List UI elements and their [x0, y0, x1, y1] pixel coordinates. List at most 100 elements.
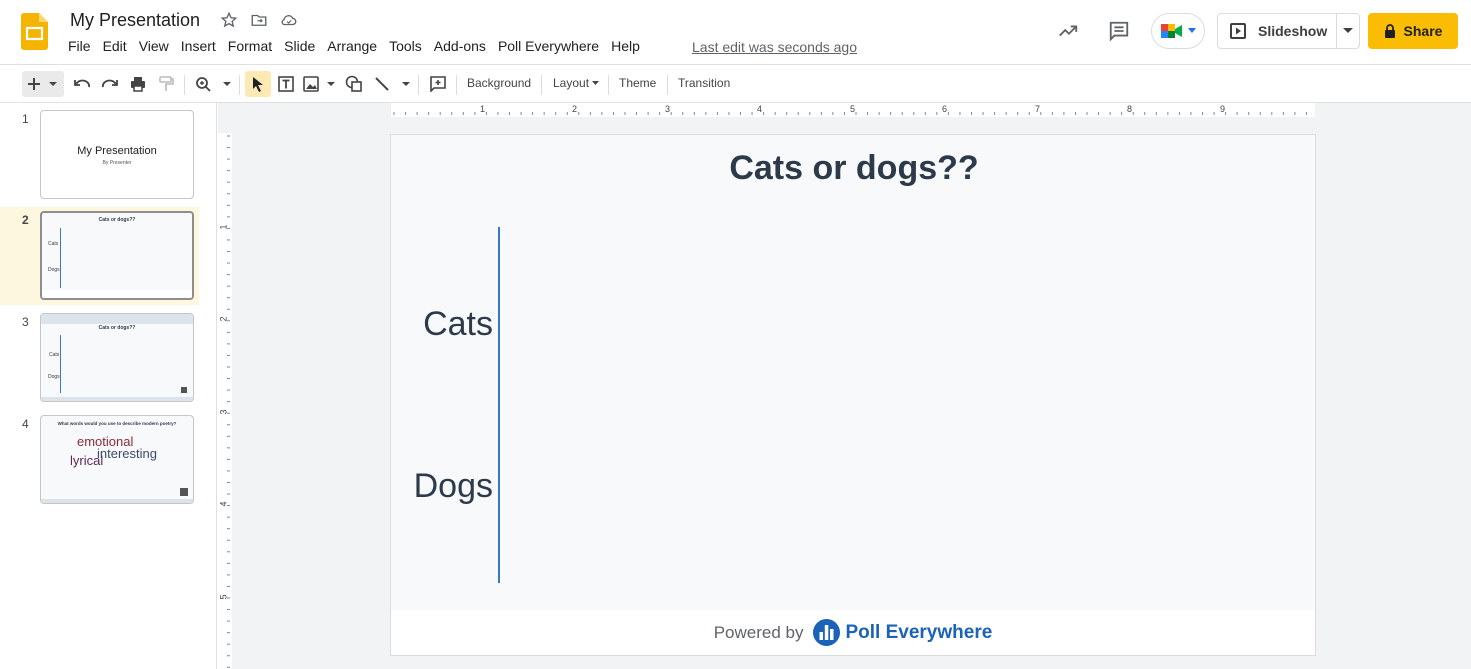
slide-footer: Powered by Poll Everywhere	[391, 610, 1315, 655]
menu-insert[interactable]: Insert	[181, 38, 216, 54]
slide-filmstrip: 1 My Presentation By Presenter 2 Cats or…	[0, 103, 217, 669]
print-button[interactable]	[127, 71, 149, 97]
menu-tools[interactable]: Tools	[389, 38, 422, 54]
move-folder-icon[interactable]	[250, 11, 268, 29]
ruler-number: 1	[218, 224, 229, 230]
undo-button[interactable]	[71, 71, 93, 97]
slide-title[interactable]: Cats or dogs??	[391, 149, 1317, 188]
text-box-button[interactable]	[275, 71, 297, 97]
slide-thumbnail-row[interactable]: 2 Cats or dogs?? Cats Dogs	[0, 207, 199, 305]
line-button[interactable]	[373, 71, 411, 97]
slideshow-button-group: Slideshow	[1217, 13, 1360, 49]
thumbnail-axis	[60, 335, 61, 393]
slide-canvas: 1 2 3 4 5 6 7 8 9 1 2 3 4 5 Cats or dogs…	[218, 103, 1471, 669]
add-comment-button[interactable]	[427, 71, 449, 97]
qr-code-icon	[181, 387, 187, 393]
zoom-icon	[196, 77, 231, 92]
toolbar-divider	[184, 75, 185, 95]
cloud-status-icon[interactable]	[280, 11, 298, 29]
menu-add-ons[interactable]: Add-ons	[434, 38, 486, 54]
last-edit-link[interactable]: Last edit was seconds ago	[692, 39, 857, 55]
slide-number: 2	[22, 213, 29, 227]
menu-poll-everywhere[interactable]: Poll Everywhere	[498, 38, 599, 54]
toolbar: Background Layout Theme Transition	[0, 64, 1471, 149]
current-slide[interactable]: Cats or dogs?? Cats Dogs Powered by Poll…	[390, 134, 1316, 656]
insert-image-button[interactable]	[302, 71, 338, 97]
thumbnail-footer	[41, 397, 193, 401]
slide-number: 1	[22, 112, 29, 126]
menu-edit[interactable]: Edit	[103, 38, 127, 54]
text-box-icon	[278, 76, 294, 92]
menu-help[interactable]: Help	[611, 38, 640, 54]
slides-logo-icon[interactable]	[21, 13, 48, 50]
menu-view[interactable]: View	[139, 38, 169, 54]
ruler-number: 8	[1127, 104, 1133, 114]
slideshow-button[interactable]: Slideshow	[1218, 14, 1338, 48]
toolbar-divider	[667, 75, 668, 95]
brand-name: Poll Everywhere	[845, 621, 993, 643]
category-label-cats: Cats	[423, 305, 493, 343]
ruler-number: 2	[218, 316, 229, 322]
menu-file[interactable]: File	[68, 38, 91, 54]
document-title[interactable]: My Presentation	[70, 10, 200, 31]
slide-thumbnail-row[interactable]: 1 My Presentation By Presenter	[0, 106, 199, 204]
star-icon[interactable]	[220, 11, 238, 29]
slide-thumbnail[interactable]: My Presentation By Presenter	[40, 110, 194, 199]
theme-button[interactable]: Theme	[619, 76, 656, 90]
menu-arrange[interactable]: Arrange	[327, 38, 377, 54]
slideshow-label: Slideshow	[1258, 23, 1328, 39]
new-slide-button[interactable]	[22, 71, 64, 97]
image-icon	[303, 76, 335, 92]
meet-button[interactable]	[1151, 13, 1205, 49]
layout-button[interactable]: Layout	[553, 76, 600, 90]
toolbar-divider	[541, 75, 542, 95]
plus-icon	[28, 78, 57, 90]
slide-thumbnail-row[interactable]: 3 Cats or dogs?? Cats Dogs	[0, 309, 199, 407]
zoom-button[interactable]	[193, 71, 233, 97]
select-tool-button[interactable]	[245, 71, 271, 97]
menu-bar: File Edit View Insert Format Slide Arran…	[68, 38, 652, 54]
slide-thumbnail-row[interactable]: 4 What words would you use to describe m…	[0, 411, 199, 509]
layout-label: Layout	[553, 76, 590, 90]
slide-thumbnail[interactable]: What words would you use to describe mod…	[40, 415, 194, 504]
shape-button[interactable]	[343, 71, 365, 97]
toolbar-divider	[239, 75, 240, 95]
thumbnail-label: Dogs	[48, 267, 60, 273]
slide-thumbnail[interactable]: Cats or dogs?? Cats Dogs	[40, 211, 194, 300]
add-comment-icon	[430, 76, 446, 92]
slide-number: 3	[22, 315, 29, 329]
word-cloud-word: interesting	[97, 446, 157, 461]
activity-dashboard-icon[interactable]	[1057, 20, 1079, 42]
vertical-ruler[interactable]: 1 2 3 4 5	[218, 117, 232, 669]
slide-thumbnail[interactable]: Cats or dogs?? Cats Dogs	[40, 313, 194, 402]
transition-button[interactable]: Transition	[678, 76, 730, 90]
ruler-number: 6	[942, 104, 948, 114]
share-label: Share	[1403, 23, 1443, 39]
menu-slide[interactable]: Slide	[284, 38, 315, 54]
meet-icon	[1161, 24, 1182, 38]
redo-button[interactable]	[99, 71, 121, 97]
chevron-down-icon	[592, 81, 600, 85]
comment-history-icon[interactable]	[1108, 20, 1130, 42]
thumbnail-footer	[41, 499, 193, 503]
ruler-number: 3	[665, 104, 671, 114]
toolbar-divider	[418, 75, 419, 95]
ruler-number: 5	[218, 594, 229, 600]
thumbnail-label: Cats	[48, 241, 59, 247]
share-button[interactable]: Share	[1368, 13, 1458, 49]
line-icon	[375, 77, 410, 91]
thumbnail-subtitle: By Presenter	[102, 160, 132, 166]
paint-format-button[interactable]	[155, 71, 177, 97]
chart-axis-line	[498, 227, 500, 583]
ruler-number: 7	[1035, 104, 1041, 114]
cursor-icon	[253, 77, 263, 92]
toolbar-divider	[456, 75, 457, 95]
slideshow-dropdown[interactable]	[1337, 14, 1359, 48]
powered-by-text: Powered by	[713, 622, 804, 642]
menu-format[interactable]: Format	[228, 38, 272, 54]
thumbnail-title: What words would you use to describe mod…	[57, 421, 177, 426]
background-button[interactable]: Background	[467, 76, 531, 90]
horizontal-ruler[interactable]: 1 2 3 4 5 6 7 8 9	[218, 103, 1471, 117]
thumbnail-title: Cats or dogs??	[98, 325, 136, 331]
slide-number: 4	[22, 417, 29, 431]
